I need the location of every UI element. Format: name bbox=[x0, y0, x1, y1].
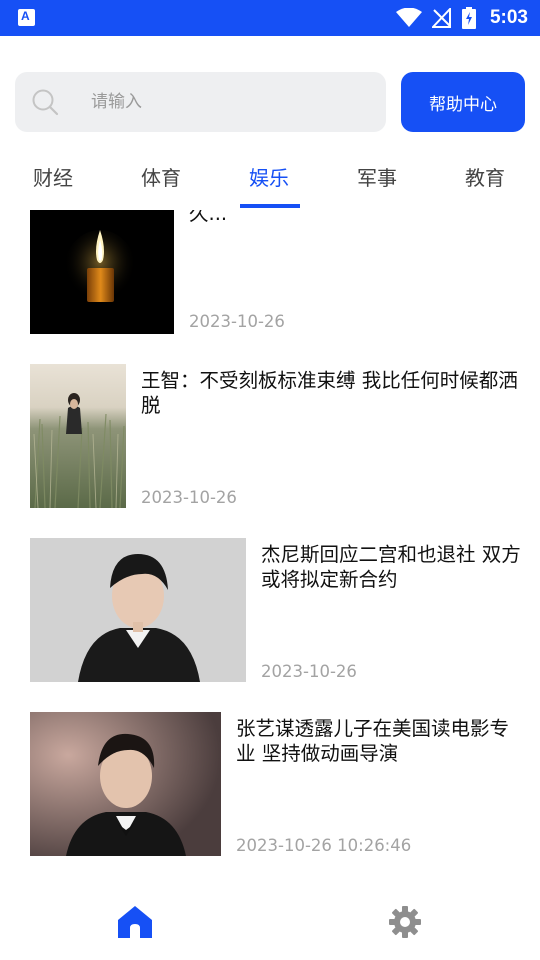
tab-education[interactable]: 教育 bbox=[465, 162, 505, 191]
active-tab-indicator bbox=[240, 204, 300, 208]
gear-icon[interactable] bbox=[387, 904, 423, 940]
news-thumbnail-man-black-jacket bbox=[30, 538, 246, 682]
tab-entertainment[interactable]: 娱乐 bbox=[249, 162, 289, 191]
search-bar[interactable] bbox=[15, 72, 386, 132]
news-thumbnail-man-tuxedo bbox=[30, 712, 221, 856]
search-input[interactable] bbox=[91, 72, 371, 132]
news-thumbnail-woman-in-grass bbox=[30, 364, 126, 508]
news-title: 知名女演员离世：消息出后满满泪多久... bbox=[189, 210, 228, 225]
home-icon[interactable] bbox=[116, 904, 154, 940]
news-title: 王智：不受刻板标准束缚 我比任何时候都洒脱 bbox=[141, 369, 518, 417]
help-center-button[interactable]: 帮助中心 bbox=[401, 72, 525, 132]
news-date: 2023-10-26 bbox=[261, 662, 357, 681]
tab-sports[interactable]: 体育 bbox=[141, 162, 181, 191]
list-item[interactable]: 杰尼斯回应二宫和也退社 双方或将拟定新合约 2023-10-26 bbox=[30, 538, 525, 682]
search-icon bbox=[32, 89, 59, 116]
status-bar: A 5:03 bbox=[0, 0, 540, 36]
wifi-icon bbox=[395, 8, 422, 27]
news-title: 张艺谋透露儿子在美国读电影专业 坚持做动画导演 bbox=[236, 717, 510, 765]
tab-military[interactable]: 军事 bbox=[357, 162, 397, 191]
news-list[interactable]: 知名女演员离世：消息出后满满泪多久... 2023-10-26 bbox=[0, 210, 540, 878]
clock: 5:03 bbox=[489, 7, 528, 28]
list-item[interactable]: 知名女演员离世：消息出后满满泪多久... 2023-10-26 bbox=[30, 210, 525, 334]
news-date: 2023-10-26 10:26:46 bbox=[236, 836, 412, 855]
news-thumbnail-candle bbox=[30, 210, 174, 334]
news-date: 2023-10-26 bbox=[189, 312, 285, 331]
news-date: 2023-10-26 bbox=[141, 488, 237, 507]
status-icons: 5:03 bbox=[395, 0, 528, 36]
list-item[interactable]: 张艺谋透露儿子在美国读电影专业 坚持做动画导演 2023-10-26 10:26… bbox=[30, 712, 525, 856]
tab-finance[interactable]: 财经 bbox=[33, 162, 73, 191]
app-notification-icon: A bbox=[18, 9, 35, 26]
category-tabs: 财经 体育 娱乐 军事 教育 bbox=[0, 150, 540, 210]
no-signal-icon bbox=[431, 8, 451, 28]
bottom-navigation bbox=[0, 878, 540, 960]
news-title: 杰尼斯回应二宫和也退社 双方或将拟定新合约 bbox=[261, 543, 521, 591]
list-item[interactable]: 王智：不受刻板标准束缚 我比任何时候都洒脱 2023-10-26 bbox=[30, 364, 525, 508]
battery-charging-icon bbox=[461, 7, 476, 29]
